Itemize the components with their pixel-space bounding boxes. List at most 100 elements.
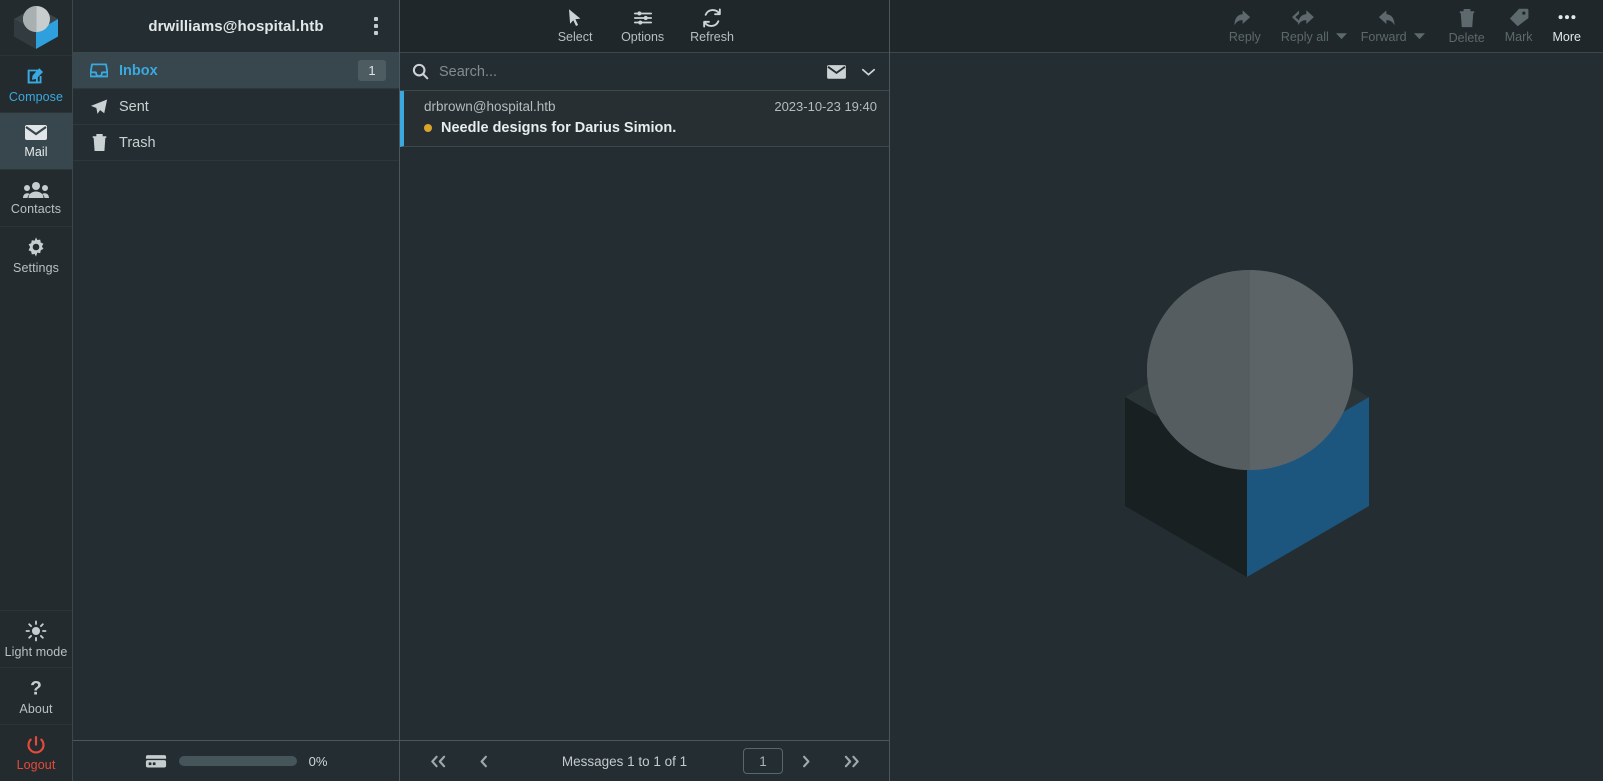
account-username: drwilliams@hospital.htb [148,17,324,35]
message-count-status: Messages 1 to 1 of 1 [561,753,688,769]
message-list-footer: Messages 1 to 1 of 1 [400,740,889,781]
kebab-menu-icon[interactable] [359,8,393,44]
sliders-icon [633,8,653,28]
envelope-icon [24,123,48,142]
options-button[interactable]: Options [621,8,664,44]
taskbar-label-lightmode: Light mode [4,644,68,659]
folder-item-inbox[interactable]: Inbox 1 [73,53,399,89]
search-input[interactable] [439,63,816,80]
folder-badge-inbox: 1 [358,60,386,81]
next-page-button[interactable] [783,754,829,769]
folder-list: Inbox 1 Sent Trash [73,53,399,740]
taskbar-item-mail[interactable]: Mail [0,112,72,169]
quota-footer: 0% [73,740,399,781]
select-label: Select [557,30,593,45]
reply-label: Reply [1228,29,1261,44]
forward-icon [1373,9,1395,27]
unread-status-dot[interactable] [424,124,432,132]
search-options-chevron-down-icon[interactable] [857,67,880,77]
reply-all-button[interactable]: Reply all [1271,9,1339,44]
folder-label-inbox: Inbox [119,62,158,79]
folder-panel-header: drwilliams@hospital.htb [73,0,399,53]
message-actions-toolbar: Reply Reply all Forward Delete Mark More [890,0,1603,53]
message-list-toolbar: Select Options Refresh [400,0,889,53]
reply-icon [1234,9,1256,27]
page-number-input[interactable] [743,748,783,774]
app-logo [0,0,72,55]
search-icon[interactable] [412,63,429,80]
send-icon [90,98,108,116]
folder-item-trash[interactable]: Trash [73,125,399,161]
people-icon [23,181,49,199]
folder-label-trash: Trash [119,134,156,151]
message-row-bottom: Needle designs for Darius Simion. [424,120,877,136]
taskbar-item-lightmode[interactable]: Light mode [0,610,72,667]
taskbar-label-mail: Mail [24,145,48,160]
taskbar-spacer [0,283,72,610]
taskbar-item-contacts[interactable]: Contacts [0,169,72,226]
delete-button[interactable]: Delete [1439,8,1495,45]
kebab-dot [374,24,378,28]
ellipsis-icon [1556,8,1578,27]
kebab-dot [374,17,378,21]
more-label: More [1552,30,1581,44]
roundcube-app: Compose Mail Contacts Settings Light mod… [0,0,1603,781]
refresh-icon [702,8,722,28]
compose-pencil-icon [25,65,47,87]
mark-button[interactable]: Mark [1495,8,1543,44]
refresh-label: Refresh [690,30,734,45]
disk-quota-icon [145,754,167,769]
last-page-button[interactable] [829,754,875,769]
taskbar-bottom-group: Light mode ? About Logout [0,610,72,781]
taskbar-label-settings: Settings [13,260,59,275]
quota-progress-bar [178,756,297,766]
message-rows: drbrown@hospital.htb 2023-10-23 19:40 Ne… [400,91,889,740]
taskbar: Compose Mail Contacts Settings Light mod… [0,0,73,781]
message-preview-area [890,53,1603,781]
taskbar-item-compose[interactable]: Compose [0,55,72,112]
taskbar-label-about: About [19,701,53,716]
select-button[interactable]: Select [555,8,595,44]
more-button[interactable]: More [1543,8,1591,44]
message-row-top: drbrown@hospital.htb 2023-10-23 19:40 [424,99,877,114]
options-label: Options [621,30,665,45]
message-list-panel: Select Options Refresh Search... drbrown… [400,0,890,781]
kebab-dot [374,31,378,35]
roundcube-logo-icon [14,5,58,49]
message-subject: Needle designs for Darius Simion. [441,120,677,136]
reply-button[interactable]: Reply [1219,9,1271,44]
cursor-arrow-icon [566,8,584,28]
mark-label: Mark [1504,30,1533,44]
refresh-button[interactable]: Refresh [690,8,734,44]
question-icon: ? [26,677,46,699]
trash-icon [1458,8,1476,28]
folder-label-sent: Sent [119,98,149,115]
reply-all-label: Reply all [1280,29,1329,44]
delete-label: Delete [1448,30,1485,45]
taskbar-label-contacts: Contacts [10,201,62,216]
taskbar-item-logout[interactable]: Logout [0,724,72,781]
taskbar-label-logout: Logout [16,757,56,772]
reply-all-dropdown-chevron-down-icon[interactable] [1335,32,1349,40]
search-bar [400,53,889,91]
forward-dropdown-chevron-down-icon[interactable] [1413,32,1427,40]
gear-icon [25,236,47,258]
roundcube-logo-watermark [1124,270,1369,577]
folder-panel: drwilliams@hospital.htb Inbox 1 Sent Tra… [73,0,400,781]
forward-label: Forward [1360,29,1407,44]
message-row[interactable]: drbrown@hospital.htb 2023-10-23 19:40 Ne… [400,91,889,147]
search-scope-envelope-icon[interactable] [826,64,847,80]
inbox-icon [90,63,108,78]
tag-icon [1509,8,1529,27]
forward-button[interactable]: Forward [1351,9,1417,44]
reply-all-icon [1291,9,1318,27]
folder-item-sent[interactable]: Sent [73,89,399,125]
message-date: 2023-10-23 19:40 [774,99,877,114]
power-icon [26,735,46,755]
first-page-button[interactable] [414,754,460,769]
quota-percent-label: 0% [308,753,328,769]
taskbar-item-about[interactable]: ? About [0,667,72,724]
previous-page-button[interactable] [460,754,506,769]
trash-icon [90,133,108,152]
taskbar-item-settings[interactable]: Settings [0,226,72,283]
